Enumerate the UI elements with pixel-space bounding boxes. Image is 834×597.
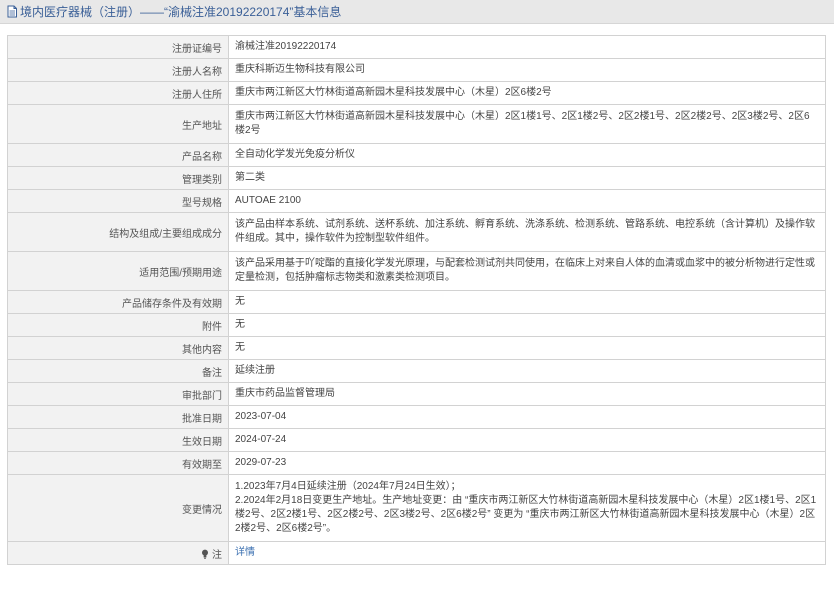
field-value: 2024-07-24 [228, 428, 826, 452]
field-label: 注册人名称 [7, 58, 229, 82]
table-row: 有效期至 2029-07-23 [7, 451, 826, 475]
table-row: 其他内容 无 [7, 336, 826, 360]
lightbulb-icon [201, 549, 212, 561]
note-label-cell: 注 [7, 541, 229, 565]
field-label: 批准日期 [7, 405, 229, 429]
field-label: 适用范围/预期用途 [7, 251, 229, 291]
table-row: 附件 无 [7, 313, 826, 337]
table-row: 注册人名称 重庆科斯迈生物科技有限公司 [7, 58, 826, 82]
field-value: 重庆市药品监督管理局 [228, 382, 826, 406]
table-row: 注册证编号 渝械注准20192220174 [7, 35, 826, 59]
field-value: 第二类 [228, 166, 826, 190]
table-row: 适用范围/预期用途 该产品采用基于吖啶酯的直接化学发光原理，与配套检测试剂共同使… [7, 251, 826, 291]
field-label: 注册人住所 [7, 81, 229, 105]
field-label: 结构及组成/主要组成成分 [7, 212, 229, 252]
page-header: 境内医疗器械（注册）——“渝械注准20192220174”基本信息 [0, 0, 834, 24]
table-row: 批准日期 2023-07-04 [7, 405, 826, 429]
table-row: 备注 延续注册 [7, 359, 826, 383]
field-value: 该产品由样本系统、试剂系统、送杯系统、加注系统、孵育系统、洗涤系统、检测系统、管… [228, 212, 826, 252]
field-label: 管理类别 [7, 166, 229, 190]
field-value: 渝械注准20192220174 [228, 35, 826, 59]
table-row: 管理类别 第二类 [7, 166, 826, 190]
field-label: 审批部门 [7, 382, 229, 406]
field-label: 型号规格 [7, 189, 229, 213]
field-value: 详情 [228, 541, 826, 565]
field-value: 2023-07-04 [228, 405, 826, 429]
field-value: AUTOAE 2100 [228, 189, 826, 213]
table-row: 生产地址 重庆市两江新区大竹林街道高新园木星科技发展中心（木星）2区1楼1号、2… [7, 104, 826, 144]
field-value: 无 [228, 290, 826, 314]
field-value: 无 [228, 336, 826, 360]
table-row: 注 详情 [7, 541, 826, 565]
field-label: 产品储存条件及有效期 [7, 290, 229, 314]
field-label: 产品名称 [7, 143, 229, 167]
table-row: 生效日期 2024-07-24 [7, 428, 826, 452]
field-value: 重庆市两江新区大竹林街道高新园木星科技发展中心（木星）2区6楼2号 [228, 81, 826, 105]
detail-table: 注册证编号 渝械注准20192220174 注册人名称 重庆科斯迈生物科技有限公… [7, 35, 826, 565]
field-value: 全自动化学发光免疫分析仪 [228, 143, 826, 167]
table-row: 型号规格 AUTOAE 2100 [7, 189, 826, 213]
field-value: 重庆市两江新区大竹林街道高新园木星科技发展中心（木星）2区1楼1号、2区1楼2号… [228, 104, 826, 144]
field-label: 变更情况 [7, 474, 229, 542]
change-history-value: 1.2023年7月4日延续注册（2024年7月24日生效）； 2.2024年2月… [228, 474, 826, 542]
table-row: 结构及组成/主要组成成分 该产品由样本系统、试剂系统、送杯系统、加注系统、孵育系… [7, 212, 826, 252]
details-link[interactable]: 详情 [235, 547, 255, 558]
change-history-line: 2.2024年2月18日变更生产地址。生产地址变更：由 “重庆市两江新区大竹林街… [235, 495, 817, 534]
field-label: 其他内容 [7, 336, 229, 360]
field-value: 2029-07-23 [228, 451, 826, 475]
field-label: 注册证编号 [7, 35, 229, 59]
table-row: 审批部门 重庆市药品监督管理局 [7, 382, 826, 406]
page-title: 境内医疗器械（注册）——“渝械注准20192220174”基本信息 [20, 5, 342, 19]
field-value: 重庆科斯迈生物科技有限公司 [228, 58, 826, 82]
field-label: 备注 [7, 359, 229, 383]
field-label: 生产地址 [7, 104, 229, 144]
field-label: 附件 [7, 313, 229, 337]
table-row: 变更情况 1.2023年7月4日延续注册（2024年7月24日生效）； 2.20… [7, 474, 826, 542]
change-history-line: 1.2023年7月4日延续注册（2024年7月24日生效）； [235, 481, 461, 492]
table-row: 产品储存条件及有效期 无 [7, 290, 826, 314]
field-value: 该产品采用基于吖啶酯的直接化学发光原理，与配套检测试剂共同使用，在临床上对来自人… [228, 251, 826, 291]
field-label: 有效期至 [7, 451, 229, 475]
field-label: 生效日期 [7, 428, 229, 452]
detail-table-container: 注册证编号 渝械注准20192220174 注册人名称 重庆科斯迈生物科技有限公… [7, 35, 826, 565]
field-value: 无 [228, 313, 826, 337]
table-row: 产品名称 全自动化学发光免疫分析仪 [7, 143, 826, 167]
field-label: 注 [212, 549, 222, 561]
document-icon [6, 5, 18, 18]
table-row: 注册人住所 重庆市两江新区大竹林街道高新园木星科技发展中心（木星）2区6楼2号 [7, 81, 826, 105]
field-value: 延续注册 [228, 359, 826, 383]
